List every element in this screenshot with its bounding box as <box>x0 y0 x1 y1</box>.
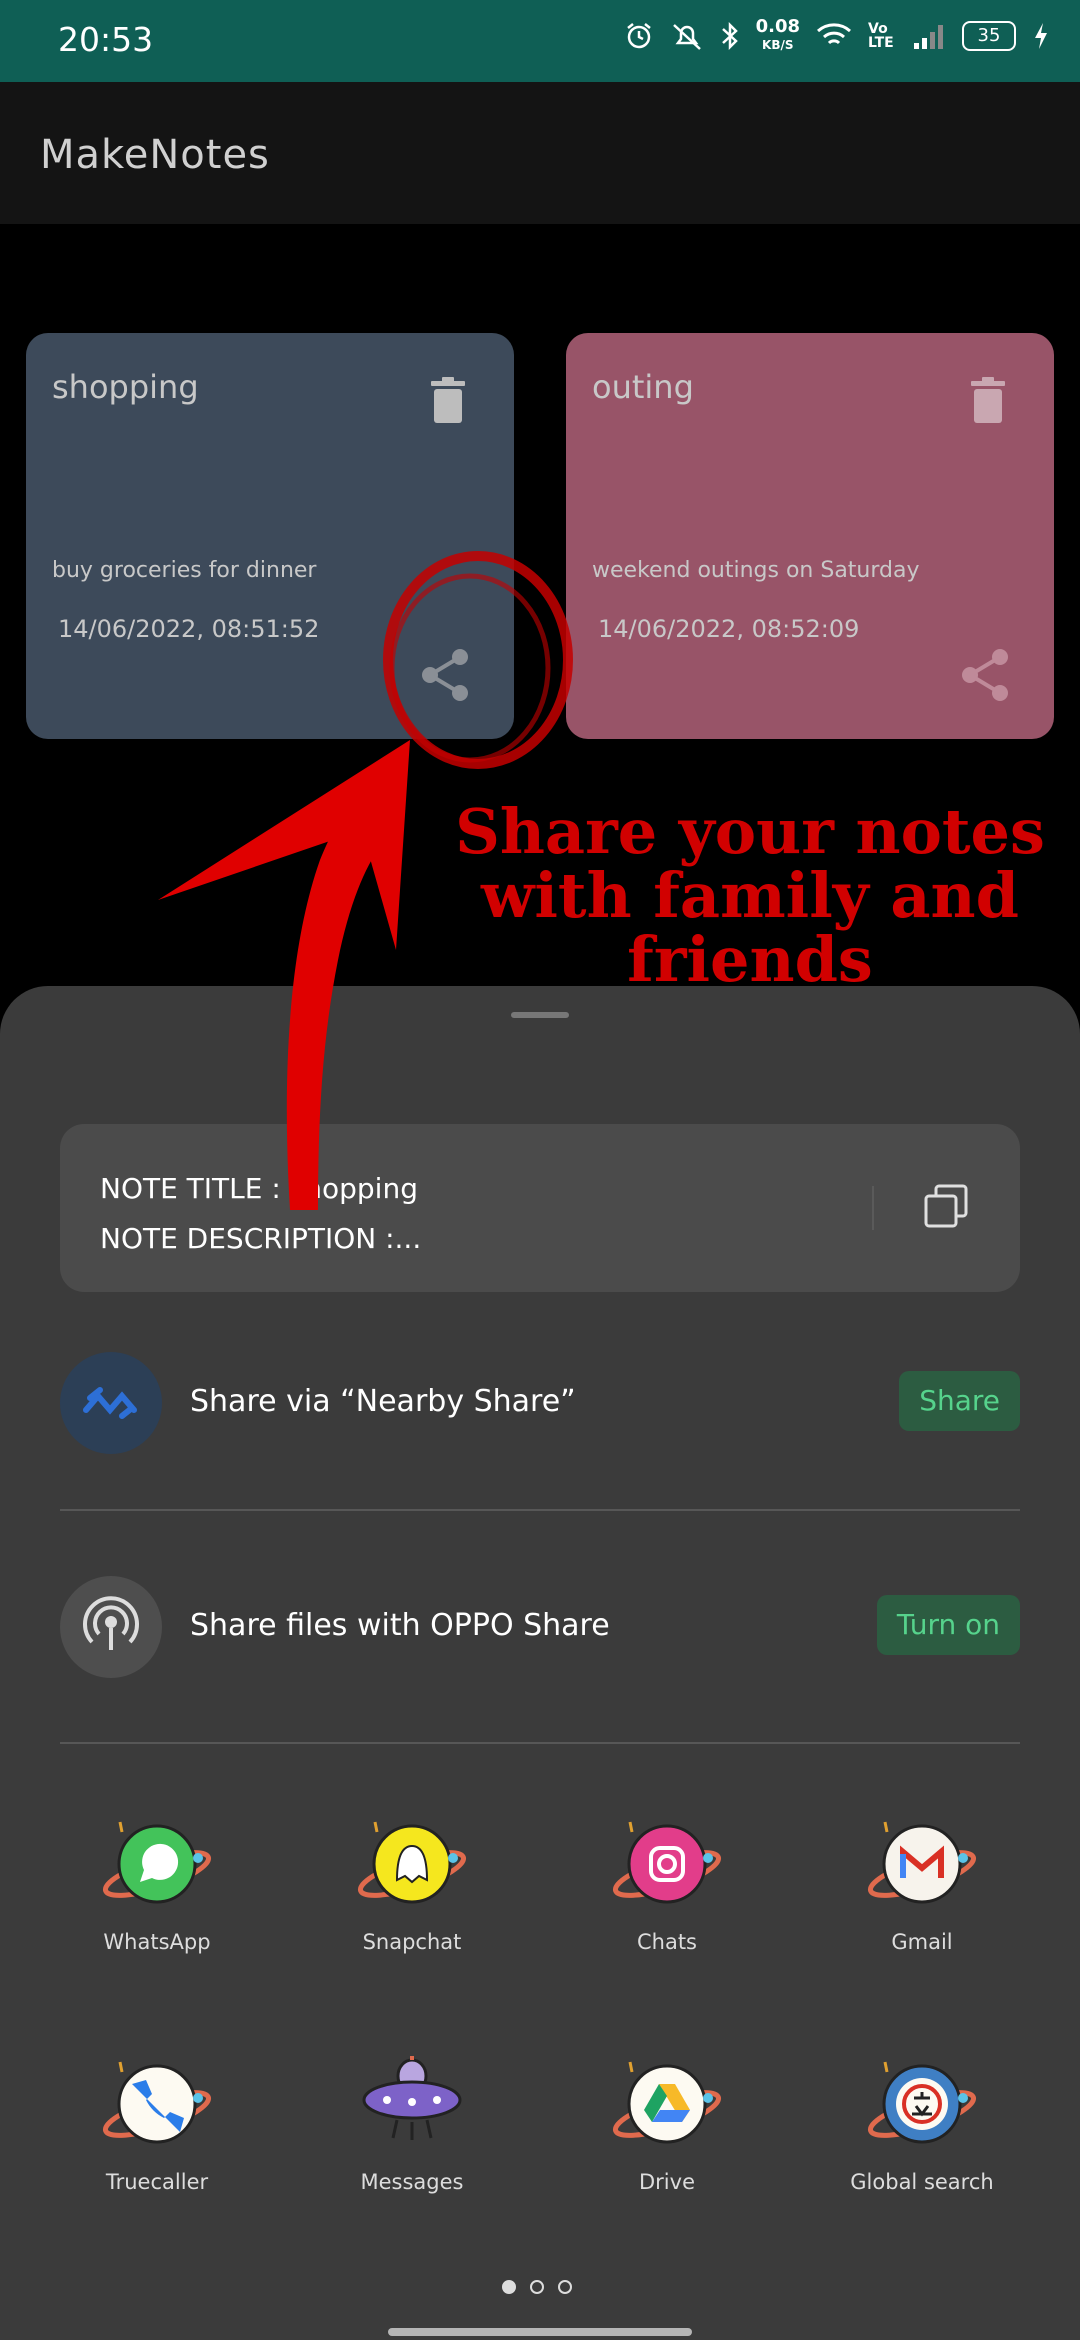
status-time: 20:53 <box>58 20 154 59</box>
app-whatsapp[interactable]: WhatsApp <box>47 1814 267 1954</box>
chats-icon <box>612 1821 722 1904</box>
oppo-share-row[interactable]: Share files with OPPO Share Turn on <box>60 1576 1020 1678</box>
page-dot-active <box>502 2280 516 2294</box>
charging-icon <box>1035 23 1047 49</box>
status-bar: 20:53 0.08 KB/S Vo LTE 35 <box>0 0 1080 82</box>
divider <box>60 1509 1020 1511</box>
oppo-share-label: Share files with OPPO Share <box>190 1608 610 1643</box>
page-dot <box>558 2280 572 2294</box>
annotation-line: Share your notes <box>455 795 1045 868</box>
app-chats[interactable]: Chats <box>557 1814 777 1954</box>
divider <box>60 1742 1020 1744</box>
mute-icon <box>672 24 701 50</box>
status-icons: 0.08 KB/S Vo LTE 35 <box>624 18 1050 54</box>
app-title: MakeNotes <box>40 132 270 178</box>
alarm-icon <box>626 23 651 49</box>
note-card-outing[interactable]: outing weekend outings on Saturday 14/06… <box>566 333 1054 739</box>
app-snapchat[interactable]: Snapchat <box>302 1814 522 1954</box>
note-card-shopping[interactable]: shopping buy groceries for dinner 14/06/… <box>26 333 514 739</box>
note-title: outing <box>592 368 694 406</box>
oppo-share-turn-on-button[interactable]: Turn on <box>876 1595 1020 1655</box>
nearby-share-label: Share via “Nearby Share” <box>190 1384 576 1419</box>
app-label: Snapchat <box>362 1930 462 1954</box>
drive-icon <box>612 2061 722 2144</box>
app-truecaller[interactable]: Truecaller <box>47 2054 267 2194</box>
snapchat-icon <box>357 1821 467 1904</box>
annotation-text: Share your notes with family and friends <box>420 800 1080 992</box>
copy-icon[interactable] <box>924 1184 968 1228</box>
share-icon[interactable] <box>960 647 1012 703</box>
note-date: 14/06/2022, 08:52:09 <box>598 615 860 643</box>
share-sheet: NOTE TITLE : shopping NOTE DESCRIPTION :… <box>0 986 1080 2340</box>
bluetooth-icon <box>721 21 738 51</box>
annotation-arrow-head <box>158 740 410 950</box>
network-speed: 0.08 KB/S <box>756 18 800 54</box>
shared-note-title: NOTE TITLE : shopping <box>100 1172 418 1205</box>
wifi-icon <box>817 23 851 45</box>
app-bar: MakeNotes <box>0 82 1080 224</box>
share-icon[interactable] <box>420 647 472 703</box>
nearby-share-icon <box>60 1352 162 1454</box>
delete-icon[interactable] <box>430 377 466 423</box>
app-label: Messages <box>360 2170 464 2194</box>
network-speed-value: 0.08 <box>755 16 800 37</box>
note-description: weekend outings on Saturday <box>592 558 920 583</box>
app-label: Global search <box>850 2170 994 2194</box>
gesture-navigation-bar[interactable] <box>388 2328 692 2336</box>
network-speed-unit: KB/S <box>762 38 794 52</box>
app-label: Gmail <box>891 1930 953 1954</box>
annotation-line: friends <box>627 923 873 996</box>
gmail-icon <box>867 1821 977 1904</box>
nearby-share-row[interactable]: Share via “Nearby Share” Share <box>60 1352 1020 1454</box>
app-gmail[interactable]: Gmail <box>812 1814 1032 1954</box>
truecaller-icon <box>102 2061 212 2144</box>
app-global-search[interactable]: Global search <box>812 2054 1032 2194</box>
note-date: 14/06/2022, 08:51:52 <box>58 615 320 643</box>
shared-text-preview: NOTE TITLE : shopping NOTE DESCRIPTION :… <box>60 1124 1020 1292</box>
page-indicator <box>502 2280 572 2294</box>
shared-note-description: NOTE DESCRIPTION :... <box>100 1222 422 1255</box>
battery-indicator: 35 <box>962 21 1016 51</box>
app-messages[interactable]: Messages <box>302 2054 522 2194</box>
delete-icon[interactable] <box>970 377 1006 423</box>
global-search-icon <box>867 2061 977 2144</box>
app-label: WhatsApp <box>103 1930 211 1954</box>
note-description: buy groceries for dinner <box>52 558 317 583</box>
signal-icon <box>914 25 943 49</box>
preview-divider <box>872 1186 874 1230</box>
sheet-drag-handle[interactable] <box>511 1012 569 1018</box>
app-label: Chats <box>636 1930 698 1954</box>
whatsapp-icon <box>102 1821 212 1904</box>
oppo-share-icon <box>60 1576 162 1678</box>
note-title: shopping <box>52 368 199 406</box>
app-label: Drive <box>639 2170 695 2194</box>
messages-icon <box>362 2056 462 2140</box>
volte-label: Vo LTE <box>868 21 894 51</box>
page-dot <box>530 2280 544 2294</box>
annotation-line: with family and <box>481 859 1019 932</box>
nearby-share-button[interactable]: Share <box>899 1371 1020 1431</box>
app-label: Truecaller <box>105 2170 209 2194</box>
app-drive[interactable]: Drive <box>557 2054 777 2194</box>
